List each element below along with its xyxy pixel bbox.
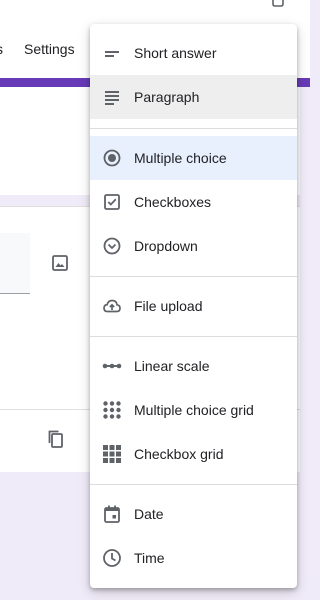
linear-scale-icon — [102, 356, 122, 376]
menu-item-multiple-choice-grid[interactable]: Multiple choice grid — [90, 388, 297, 432]
menu-item-file-upload[interactable]: File upload — [90, 284, 297, 328]
menu-divider — [90, 276, 297, 277]
add-image-icon[interactable] — [50, 253, 70, 273]
menu-divider — [90, 128, 297, 129]
menu-divider — [90, 484, 297, 485]
duplicate-icon[interactable] — [46, 429, 66, 449]
radio-button-icon — [102, 148, 122, 168]
square-grid-icon — [102, 444, 122, 464]
dot-grid-icon — [102, 400, 122, 420]
menu-item-label: Checkboxes — [134, 194, 212, 210]
short-answer-icon — [102, 43, 122, 63]
checkbox-icon — [102, 192, 122, 212]
dropdown-circle-icon — [102, 236, 122, 256]
menu-item-time[interactable]: Time — [90, 536, 297, 580]
question-title-underline — [0, 293, 30, 294]
paragraph-icon — [102, 87, 122, 107]
tab-responses-partial[interactable]: s — [0, 41, 3, 57]
question-title-field[interactable] — [0, 233, 30, 293]
menu-item-label: Dropdown — [134, 238, 198, 254]
menu-item-label: File upload — [134, 298, 203, 314]
tab-settings[interactable]: Settings — [24, 41, 75, 57]
menu-item-date[interactable]: Date — [90, 492, 297, 536]
menu-item-checkbox-grid[interactable]: Checkbox grid — [90, 432, 297, 476]
menu-divider — [90, 336, 297, 337]
menu-item-multiple-choice[interactable]: Multiple choice — [90, 136, 297, 180]
menu-item-label: Checkbox grid — [134, 446, 224, 462]
menu-item-paragraph[interactable]: Paragraph — [90, 75, 297, 119]
menu-item-linear-scale[interactable]: Linear scale — [90, 344, 297, 388]
menu-item-label: Short answer — [134, 45, 217, 61]
question-type-menu: Short answer Paragraph Multiple choice C… — [90, 24, 297, 588]
customize-theme-icon[interactable] — [270, 0, 286, 10]
menu-item-label: Linear scale — [134, 358, 210, 374]
menu-item-dropdown[interactable]: Dropdown — [90, 224, 297, 268]
menu-item-label: Paragraph — [134, 89, 200, 105]
menu-item-label: Time — [134, 550, 165, 566]
menu-item-label: Date — [134, 506, 164, 522]
menu-item-checkboxes[interactable]: Checkboxes — [90, 180, 297, 224]
clock-icon — [102, 548, 122, 568]
menu-item-label: Multiple choice grid — [134, 402, 254, 418]
cloud-upload-icon — [102, 296, 122, 316]
calendar-icon — [102, 504, 122, 524]
menu-item-short-answer[interactable]: Short answer — [90, 31, 297, 75]
menu-item-label: Multiple choice — [134, 150, 227, 166]
